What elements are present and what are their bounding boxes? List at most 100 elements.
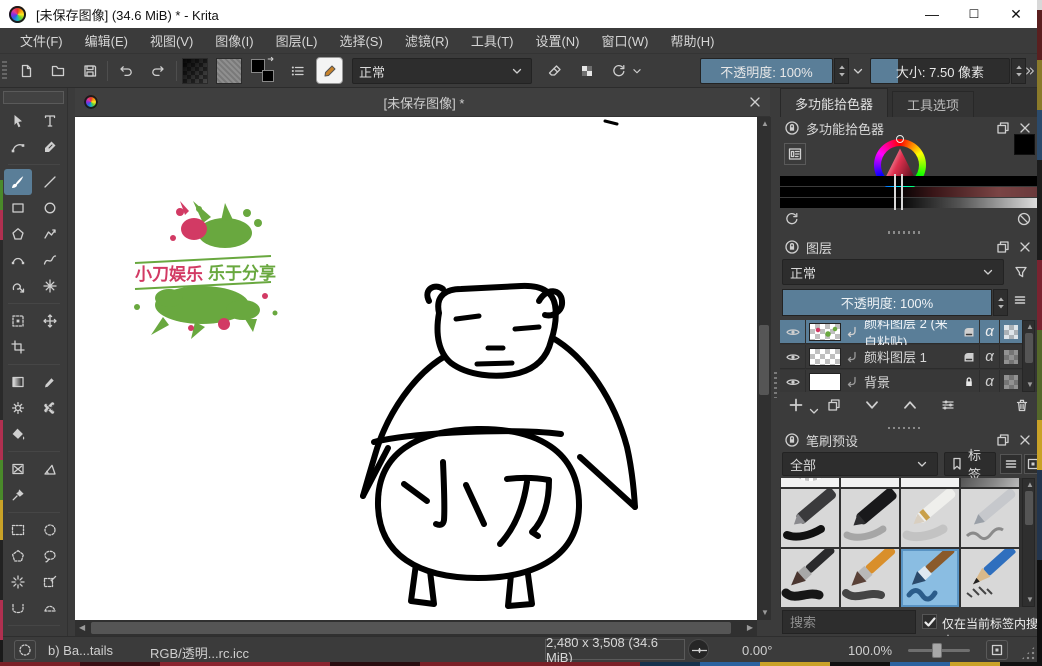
brush-grid-scrollbar[interactable]: ▲ ▼: [1022, 478, 1035, 607]
status-rotation-angle[interactable]: 0.00°: [742, 643, 773, 658]
layer-visibility-icon[interactable]: [780, 370, 806, 393]
tab-advanced-color-selector[interactable]: 多功能拾色器: [780, 88, 888, 117]
eraser-mode-button[interactable]: [541, 57, 569, 85]
tool-color-picker[interactable]: [36, 369, 64, 395]
brush-preset-thumbnail[interactable]: [961, 489, 1019, 547]
layer-list-scrollbar[interactable]: ▲ ▼: [1022, 320, 1035, 392]
status-zoom-level[interactable]: 100.0%: [848, 643, 892, 658]
float-docker-icon[interactable]: [995, 120, 1011, 136]
layer-thumbnail[interactable]: [809, 323, 841, 341]
layer-list-options-icon[interactable]: [1012, 292, 1028, 308]
brush-preset-thumbnail[interactable]: [841, 478, 899, 487]
layer-name[interactable]: 背景: [860, 372, 958, 391]
tool-smart-patch[interactable]: [36, 395, 64, 421]
pattern-chooser[interactable]: [216, 58, 242, 84]
shade-bar-1[interactable]: [780, 187, 1037, 197]
undo-button[interactable]: [112, 57, 140, 85]
toolbar-overflow-button[interactable]: [1024, 57, 1036, 85]
brush-preset-thumbnail[interactable]: [841, 489, 899, 547]
brush-preset-thumbnail[interactable]: [781, 489, 839, 547]
tool-text[interactable]: [36, 108, 64, 134]
move-layer-down-button[interactable]: [864, 397, 880, 413]
layer-row-background[interactable]: 背景 α: [780, 370, 1022, 392]
alpha-channel-icon[interactable]: [1004, 375, 1018, 389]
open-document-button[interactable]: [44, 57, 72, 85]
layer-properties-button[interactable]: [940, 397, 956, 413]
move-layer-up-button[interactable]: [902, 397, 918, 413]
blending-mode-dropdown[interactable]: 正常: [352, 58, 532, 84]
color-history-bar[interactable]: [780, 176, 1037, 186]
tool-polyline[interactable]: [36, 221, 64, 247]
tag-button[interactable]: 标签: [944, 452, 996, 476]
redo-button[interactable]: [144, 57, 172, 85]
save-button[interactable]: [76, 57, 104, 85]
status-color-profile[interactable]: RGB/透明...rc.icc: [150, 643, 249, 662]
opacity-spinner[interactable]: [834, 58, 849, 84]
tool-bezier[interactable]: [4, 247, 32, 273]
no-color-icon[interactable]: [1016, 211, 1032, 227]
brush-preset-thumbnail[interactable]: [841, 549, 899, 607]
tool-magic-wand-select[interactable]: [4, 569, 32, 595]
float-docker-icon[interactable]: [995, 239, 1011, 255]
brush-view-menu-button[interactable]: [1000, 454, 1022, 474]
tool-polygon[interactable]: [4, 221, 32, 247]
tool-pattern-edit[interactable]: [4, 395, 32, 421]
alpha-lock-icon[interactable]: α: [985, 348, 994, 365]
zoom-slider[interactable]: [908, 649, 970, 652]
reload-options-caret[interactable]: [630, 57, 644, 85]
brush-preset-thumbnail[interactable]: [781, 478, 839, 487]
minimize-button[interactable]: —: [911, 0, 953, 28]
window-resize-grip[interactable]: [1021, 646, 1035, 660]
hue-marker[interactable]: [896, 135, 904, 143]
tool-bezier-select[interactable]: [36, 595, 64, 621]
tool-calligraphy[interactable]: [36, 134, 64, 160]
tool-reference-images[interactable]: [4, 456, 32, 482]
horizontal-scroll-thumb[interactable]: [91, 622, 731, 634]
menu-edit[interactable]: 编辑(E): [75, 28, 138, 53]
layer-opacity-spinner[interactable]: [993, 289, 1008, 316]
gradient-chooser[interactable]: [182, 58, 208, 84]
reload-preset-button[interactable]: [605, 57, 633, 85]
menu-layer[interactable]: 图层(L): [266, 28, 328, 53]
menu-filter[interactable]: 滤镜(R): [395, 28, 459, 53]
layer-thumbnail[interactable]: [809, 348, 841, 366]
tool-lasso-select[interactable]: [36, 543, 64, 569]
tool-assistants[interactable]: [4, 482, 32, 508]
scroll-left-icon[interactable]: ◀: [79, 624, 85, 632]
scroll-down-icon[interactable]: ▼: [761, 609, 769, 617]
layer-row-paint-1[interactable]: 颜料图层 1 α: [780, 345, 1022, 369]
new-document-button[interactable]: [12, 57, 40, 85]
tab-tool-options[interactable]: 工具选项: [892, 91, 974, 117]
zoom-slider-handle[interactable]: [932, 643, 942, 658]
opacity-slider[interactable]: 不透明度: 100%: [700, 58, 833, 84]
tool-measure[interactable]: [36, 456, 64, 482]
brush-preset-thumbnail[interactable]: [961, 549, 1019, 607]
alpha-channel-icon[interactable]: [1004, 325, 1018, 339]
layer-thumbnail[interactable]: [809, 373, 841, 391]
brush-tag-filter-dropdown[interactable]: 全部: [782, 452, 938, 476]
menu-settings[interactable]: 设置(N): [525, 28, 589, 53]
tool-crop[interactable]: [4, 334, 32, 360]
tool-pointer[interactable]: [4, 108, 32, 134]
canvas-rotation-widget[interactable]: [688, 639, 709, 660]
docker-lock-icon[interactable]: [784, 120, 800, 136]
layer-visibility-icon[interactable]: [780, 345, 806, 369]
menu-file[interactable]: 文件(F): [10, 28, 73, 53]
alpha-lock-icon[interactable]: α: [985, 323, 994, 340]
status-brush-info[interactable]: b) Ba...tails: [48, 643, 113, 658]
tool-freehand-brush[interactable]: [4, 169, 32, 195]
delete-layer-button[interactable]: [1014, 397, 1030, 413]
layer-row-paint-2[interactable]: 颜料图层 2 (来自粘贴) α: [780, 320, 1022, 344]
add-layer-button[interactable]: [788, 397, 804, 413]
brush-preset-thumbnail-selected[interactable]: [901, 549, 959, 607]
layer-opacity-slider[interactable]: 不透明度: 100%: [782, 289, 992, 316]
tool-rectangle[interactable]: [4, 195, 32, 221]
zoom-fit-button[interactable]: [986, 640, 1008, 660]
tool-fill[interactable]: [4, 421, 32, 447]
menu-view[interactable]: 视图(V): [140, 28, 203, 53]
toolbox-header[interactable]: [3, 91, 64, 104]
tool-move[interactable]: [36, 308, 64, 334]
layer-name[interactable]: 颜料图层 1: [860, 347, 958, 366]
canvas-vertical-scrollbar[interactable]: ▲ ▼: [757, 117, 771, 620]
maximize-button[interactable]: ☐: [953, 0, 995, 28]
